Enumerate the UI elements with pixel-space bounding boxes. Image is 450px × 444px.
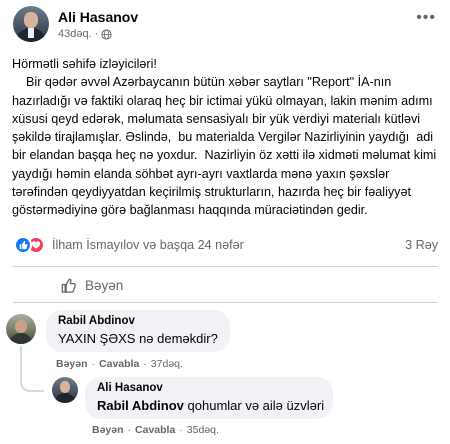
like-reaction-icon bbox=[14, 236, 32, 254]
post-body: Hörmətli səhifə izləyiciləri! Bir qədər … bbox=[12, 55, 444, 220]
author-avatar[interactable] bbox=[13, 6, 49, 42]
divider bbox=[13, 302, 438, 303]
reaction-icons[interactable] bbox=[14, 236, 45, 254]
comment-bubble: Rabil Abdinov YAXIN ŞƏXS nə deməkdir? bbox=[46, 310, 230, 352]
post-paragraph: Bir qədər əvvəl Azərbaycanın bütün xəbər… bbox=[12, 75, 440, 218]
comment-text: YAXIN ŞƏXS nə deməkdir? bbox=[58, 331, 218, 346]
reply-actions: Bəyən · Cavabla · 35dəq. bbox=[92, 424, 219, 436]
reply-reply-link[interactable]: Cavabla bbox=[135, 424, 175, 436]
comment-reply-link[interactable]: Cavabla bbox=[99, 358, 139, 370]
comments-count[interactable]: 3 Rəy bbox=[405, 238, 438, 252]
post-time[interactable]: 43dəq. bbox=[58, 28, 92, 40]
reactions-bar: İlham İsmayılov və başqa 24 nəfər 3 Rəy bbox=[14, 236, 438, 254]
reply-author-avatar[interactable] bbox=[52, 377, 78, 403]
more-icon[interactable]: ••• bbox=[416, 9, 436, 27]
like-button-label: Bəyən bbox=[85, 277, 124, 293]
comment-author[interactable]: Rabil Abdinov bbox=[58, 315, 135, 327]
post-meta: 43dəq. · bbox=[58, 28, 112, 40]
reply-author[interactable]: Ali Hasanov bbox=[97, 382, 163, 394]
reply-mention[interactable]: Rabil Abdinov bbox=[97, 398, 184, 413]
comment-time[interactable]: 37dəq. bbox=[151, 358, 183, 370]
reply-bubble: Ali Hasanov Rabil Abdinov qohumlar və ai… bbox=[85, 377, 333, 419]
post-header: Ali Hasanov 43dəq. · ••• bbox=[13, 5, 438, 42]
reply-text: Rabil Abdinov qohumlar və ailə üzvləri bbox=[97, 398, 325, 413]
divider bbox=[13, 266, 438, 267]
like-thumb-icon bbox=[61, 278, 76, 293]
commenter-avatar[interactable] bbox=[6, 314, 36, 344]
comment-actions: Bəyən · Cavabla · 37dəq. bbox=[56, 358, 183, 370]
reply-like-link[interactable]: Bəyən bbox=[92, 424, 124, 436]
comment-like-link[interactable]: Bəyən bbox=[56, 358, 88, 370]
globe-icon bbox=[101, 28, 112, 40]
thread-line bbox=[20, 346, 44, 392]
like-button[interactable]: Bəyən bbox=[60, 272, 123, 298]
post-greeting: Hörmətli səhifə izləyiciləri! bbox=[12, 57, 157, 71]
reactions-text[interactable]: İlham İsmayılov və başqa 24 nəfər bbox=[52, 238, 244, 252]
reply-time[interactable]: 35dəq. bbox=[187, 424, 219, 436]
author-name[interactable]: Ali Hasanov bbox=[58, 9, 138, 25]
